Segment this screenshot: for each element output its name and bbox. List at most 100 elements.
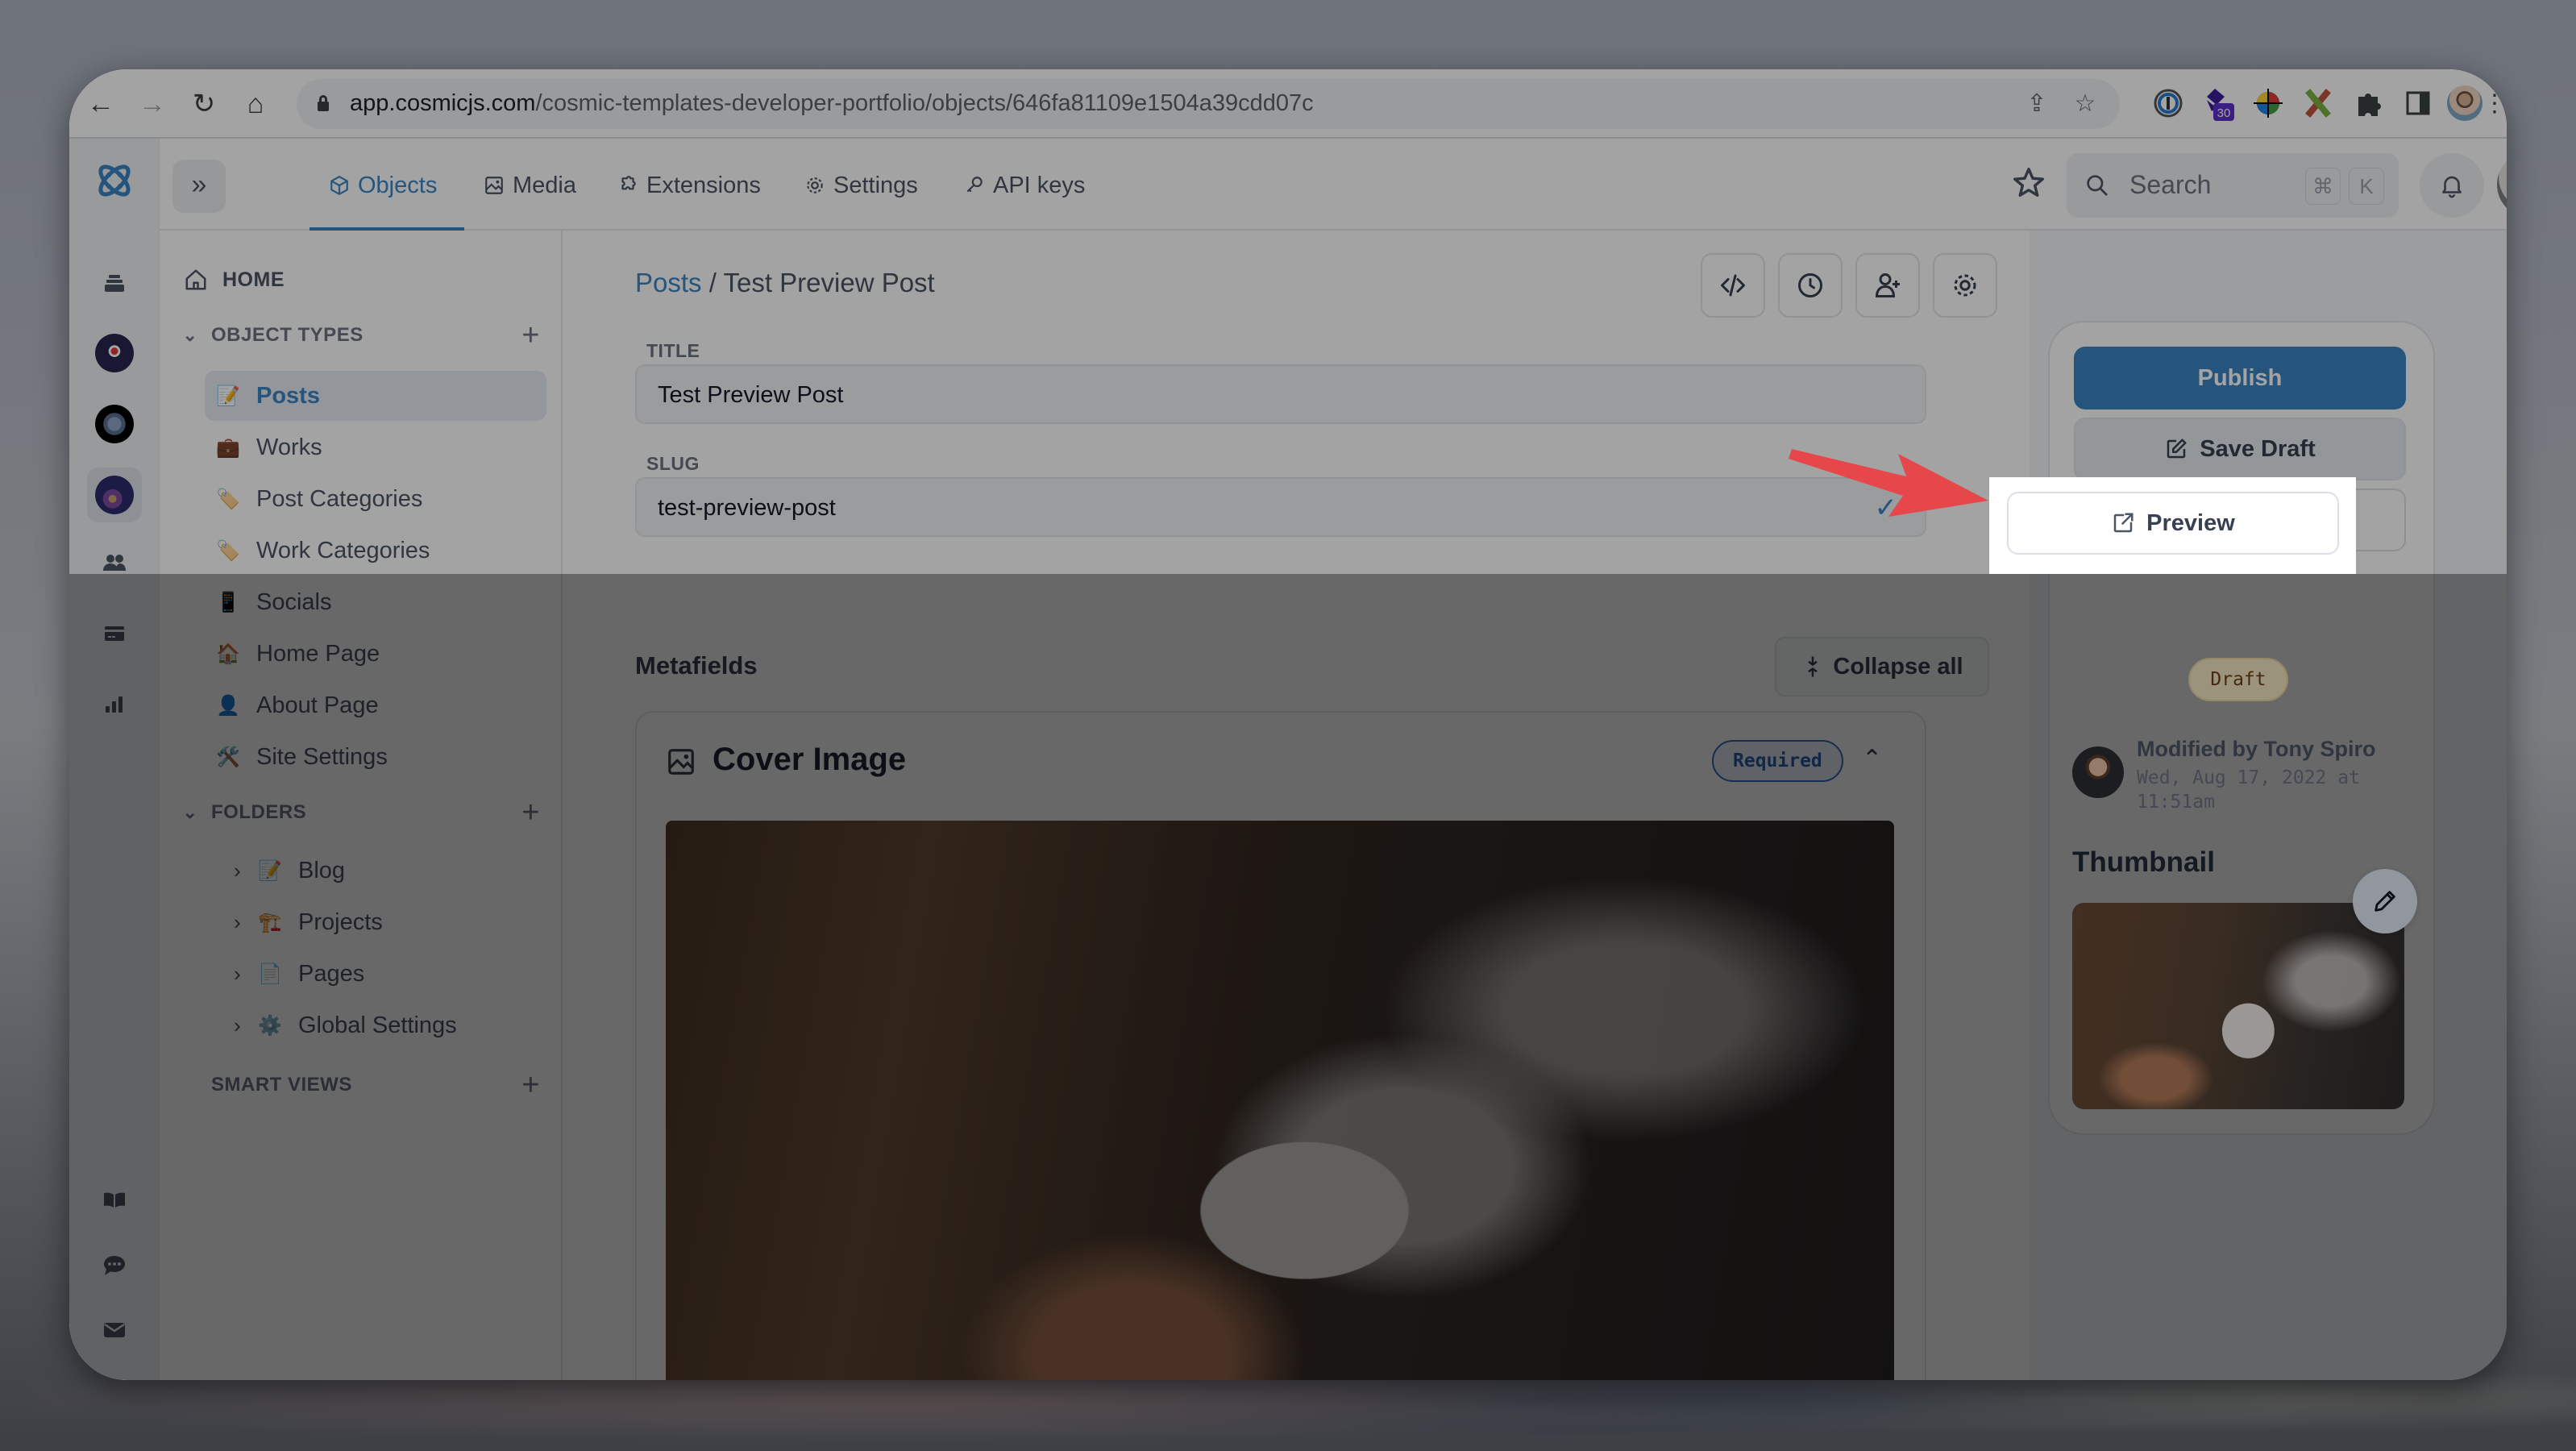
share-icon[interactable]: ⇪ [2023,90,2050,118]
tab-media-label: Media [513,172,576,198]
lock-icon [318,95,329,111]
cover-image-title: Cover Image [713,742,907,777]
tab-media[interactable]: Media [484,168,576,203]
title-value: Test Preview Post [658,382,844,408]
workspace-project-avatar[interactable] [87,468,142,522]
smart-views-label: SMART VIEWS [211,1074,352,1096]
preview-highlight: Preview [1989,477,2356,574]
tag-icon: 🏷️ [216,539,240,562]
breadcrumb-current: Test Preview Post [723,268,935,297]
folder-pages[interactable]: › 📄 Pages [234,951,365,996]
slug-input[interactable]: test-preview-post ✓ [635,477,1926,537]
edit-icon [2167,439,2187,459]
tab-settings[interactable]: Settings [804,168,918,203]
password-manager-icon[interactable] [2150,85,2186,121]
chevron-right-icon[interactable]: › [234,962,241,987]
folder-label: Global Settings [298,1012,457,1038]
folder-global-settings[interactable]: › ⚙️ Global Settings [234,1003,457,1048]
analytics-icon[interactable] [93,684,135,726]
rocket-project-avatar[interactable] [93,332,135,374]
folders-section[interactable]: ⌄ FOLDERS + [174,796,548,829]
revision-history-button[interactable] [1778,253,1843,318]
publish-label: Publish [2197,364,2283,391]
shortcut-k-key: K [2349,168,2384,205]
sidebar-item-label: Socials [256,588,332,615]
more-menu-icon[interactable]: ⋮ [2478,87,2507,121]
puzzle-extensions-icon[interactable] [2350,85,2386,121]
add-object-type-button[interactable]: + [521,319,540,351]
add-collaborator-button[interactable] [1855,253,1920,318]
browser-toolbar: ← → ↻ ⌂ app.cosmicjs.com/cosmic-template… [69,69,2507,139]
smart-views-section[interactable]: SMART VIEWS + [174,1069,548,1101]
cover-image-preview[interactable] [666,821,1894,1380]
favorite-star-icon[interactable] [2010,164,2047,202]
home-icon[interactable]: ⌂ [239,87,272,121]
reload-icon[interactable]: ↻ [187,87,221,121]
buckets-icon[interactable] [93,263,135,305]
cosmic-logo[interactable] [93,160,135,202]
folder-blog[interactable]: › 📝 Blog [234,848,346,893]
add-smart-view-button[interactable]: + [521,1069,540,1101]
sidebar-item-socials[interactable]: 📱 Socials [205,577,546,627]
sidebar-item-post-categories[interactable]: 🏷️ Post Categories [205,474,546,524]
bookmark-star-icon[interactable]: ☆ [2071,90,2099,118]
sidebar-item-posts[interactable]: 📝 Posts [205,371,546,421]
house-icon: 🏠 [216,642,240,665]
breadcrumb-parent-link[interactable]: Posts [635,268,702,297]
collapse-all-button[interactable]: Collapse all [1775,637,1989,696]
earth-project-avatar[interactable] [93,403,135,445]
object-editor: Posts / Test Preview Post TITLE Test Pre… [563,231,2030,1380]
sidebar-item-home-page[interactable]: 🏠 Home Page [205,629,546,679]
chevron-right-icon[interactable]: › [234,1013,241,1038]
search-input[interactable]: Search ⌘ K [2067,153,2399,218]
user-avatar[interactable] [2497,152,2507,218]
api-code-button[interactable] [1701,253,1765,318]
folder-projects[interactable]: › 🏗️ Projects [234,900,383,945]
color-picker-icon[interactable] [2250,85,2286,121]
tab-api-keys[interactable]: API keys [964,168,1085,203]
sidebar-item-work-categories[interactable]: 🏷️ Work Categories [205,526,546,576]
preview-button[interactable]: Preview [2007,492,2339,555]
expand-sidebar-button[interactable]: » [172,160,226,213]
sidebar-item-site-settings[interactable]: 🛠️ Site Settings [205,732,546,782]
object-types-section[interactable]: ⌄ OBJECT TYPES + [174,319,548,351]
sidebar-item-works[interactable]: 💼 Works [205,422,546,472]
tab-extensions-label: Extensions [646,172,761,198]
clock-icon [1798,273,1822,297]
chevron-right-icon[interactable]: › [234,859,241,883]
folder-label: Blog [298,857,346,883]
team-icon[interactable] [93,542,135,584]
docs-book-icon[interactable] [93,1179,135,1220]
address-bar[interactable]: app.cosmicjs.com/cosmic-templates-develo… [297,79,2120,129]
side-panel-icon[interactable] [2400,85,2436,121]
url-text[interactable]: app.cosmicjs.com/cosmic-templates-develo… [350,90,1314,117]
forward-icon[interactable]: → [135,87,169,121]
title-input[interactable]: Test Preview Post [635,364,1926,424]
billing-card-icon[interactable] [93,613,135,655]
notifications-button[interactable] [2420,153,2484,218]
folder-label: Projects [298,908,383,935]
sidebar-item-label: Works [256,434,322,460]
ruler-pencil-icon[interactable] [2300,85,2336,121]
metafields-heading: Metafields [635,651,758,680]
sidebar-item-label: Home Page [256,640,380,667]
chevron-down-icon: ⌄ [182,802,198,822]
folders-label: FOLDERS [211,801,307,823]
folder-label: Pages [298,960,365,987]
back-icon[interactable]: ← [84,87,118,121]
tab-extensions[interactable]: Extensions [617,168,761,203]
object-settings-button[interactable] [1933,253,1997,318]
mail-icon[interactable] [93,1309,135,1351]
sidebar-home-link[interactable]: HOME [184,268,285,292]
chevron-right-icon[interactable]: › [234,910,241,935]
chevron-up-icon[interactable]: ⌃ [1862,745,1882,773]
extension-icon[interactable]: 30 [2200,85,2236,121]
save-draft-button[interactable]: Save Draft [2074,418,2406,480]
tab-objects[interactable]: Objects [329,168,437,203]
chat-icon[interactable] [93,1245,135,1287]
sidebar-item-about-page[interactable]: 👤 About Page [205,680,546,730]
gear-icon [1954,274,1976,297]
publish-button[interactable]: Publish [2074,347,2406,410]
add-folder-button[interactable]: + [521,796,540,829]
tools-icon: 🛠️ [216,746,240,768]
